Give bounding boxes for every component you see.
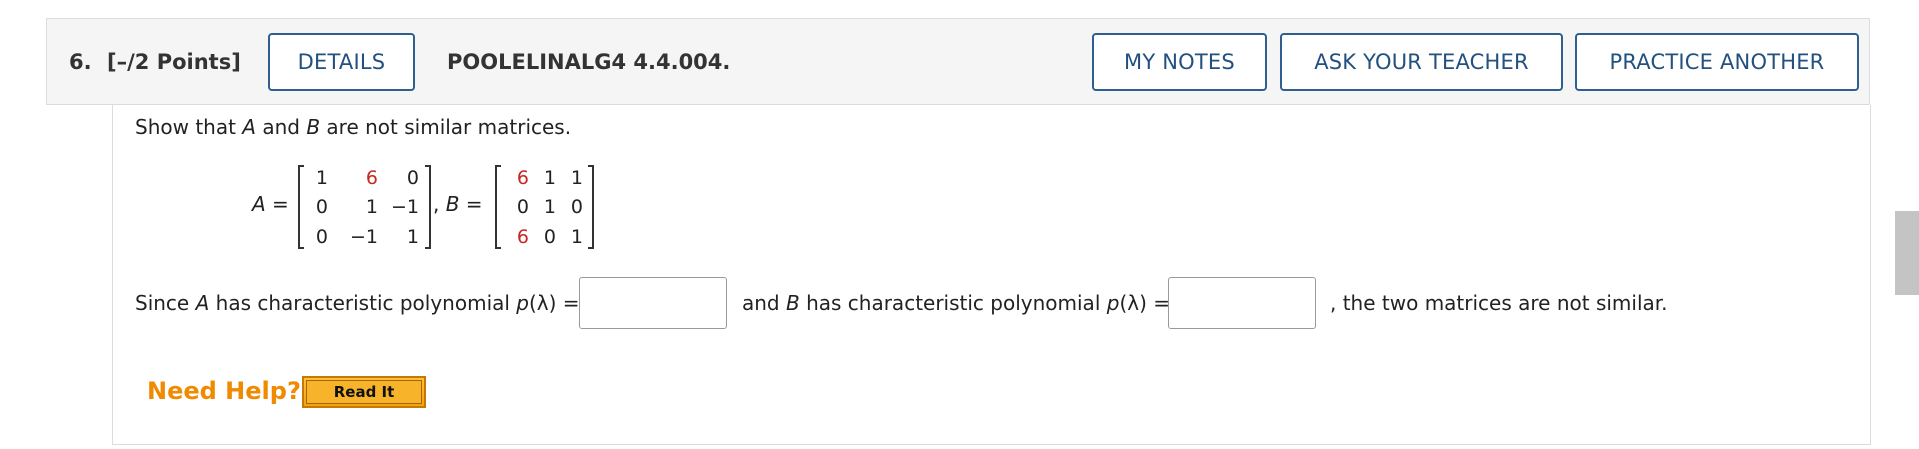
question-header: 6. [–/2 Points] DETAILS POOLELINALG4 4.4… bbox=[46, 18, 1870, 105]
question-number: 6. bbox=[69, 50, 92, 74]
matrix-a-cell: −1 bbox=[390, 196, 419, 218]
matrix-a-cell: 0 bbox=[315, 196, 328, 218]
matrix-b-label: , B = bbox=[433, 192, 483, 216]
my-notes-button[interactable]: MY NOTES bbox=[1092, 33, 1267, 91]
matrix-b-cell: 1 bbox=[543, 196, 556, 218]
matrix-a-cell: 0 bbox=[406, 167, 419, 189]
question-prompt: Show that A and B are not similar matric… bbox=[135, 115, 572, 139]
matrix-b-right-bracket bbox=[588, 165, 594, 249]
matrix-b-cell: 0 bbox=[543, 226, 556, 248]
matrix-a-cell: 1 bbox=[365, 196, 378, 218]
characteristic-polynomial-a-input[interactable] bbox=[579, 277, 727, 329]
answer-sentence-part2: and B has characteristic polynomial p(λ)… bbox=[742, 291, 1170, 315]
matrix-a-right-bracket bbox=[425, 165, 431, 249]
matrix-b-cell: 6 bbox=[516, 167, 529, 189]
matrix-b-cell: 0 bbox=[516, 196, 529, 218]
matrix-b-cell: 6 bbox=[516, 226, 529, 248]
read-it-label: Read It bbox=[306, 380, 422, 404]
matrix-b-cell: 1 bbox=[570, 226, 583, 248]
read-it-button[interactable]: Read It bbox=[302, 376, 426, 408]
matrix-a-cell: −1 bbox=[349, 226, 378, 248]
matrix-a-cell: 6 bbox=[365, 167, 378, 189]
matrix-a-cell: 1 bbox=[315, 167, 328, 189]
ask-your-teacher-button[interactable]: ASK YOUR TEACHER bbox=[1280, 33, 1563, 91]
answer-sentence-part1: Since A has characteristic polynomial p(… bbox=[135, 291, 580, 315]
need-help-label: Need Help? bbox=[147, 377, 301, 405]
matrix-a-cell: 1 bbox=[406, 226, 419, 248]
characteristic-polynomial-b-input[interactable] bbox=[1168, 277, 1316, 329]
matrix-b-cell: 1 bbox=[570, 167, 583, 189]
scrollbar-thumb[interactable] bbox=[1895, 211, 1919, 295]
matrix-b-cell: 1 bbox=[543, 167, 556, 189]
answer-sentence-part3: , the two matrices are not similar. bbox=[1330, 291, 1668, 315]
matrix-a-label: A = bbox=[252, 192, 289, 216]
matrix-b-cell: 0 bbox=[570, 196, 583, 218]
question-points: [–/2 Points] bbox=[107, 50, 241, 74]
details-button[interactable]: DETAILS bbox=[268, 33, 415, 91]
practice-another-button[interactable]: PRACTICE ANOTHER bbox=[1575, 33, 1859, 91]
matrix-a-cell: 0 bbox=[315, 226, 328, 248]
question-code: POOLELINALG4 4.4.004. bbox=[447, 50, 731, 74]
